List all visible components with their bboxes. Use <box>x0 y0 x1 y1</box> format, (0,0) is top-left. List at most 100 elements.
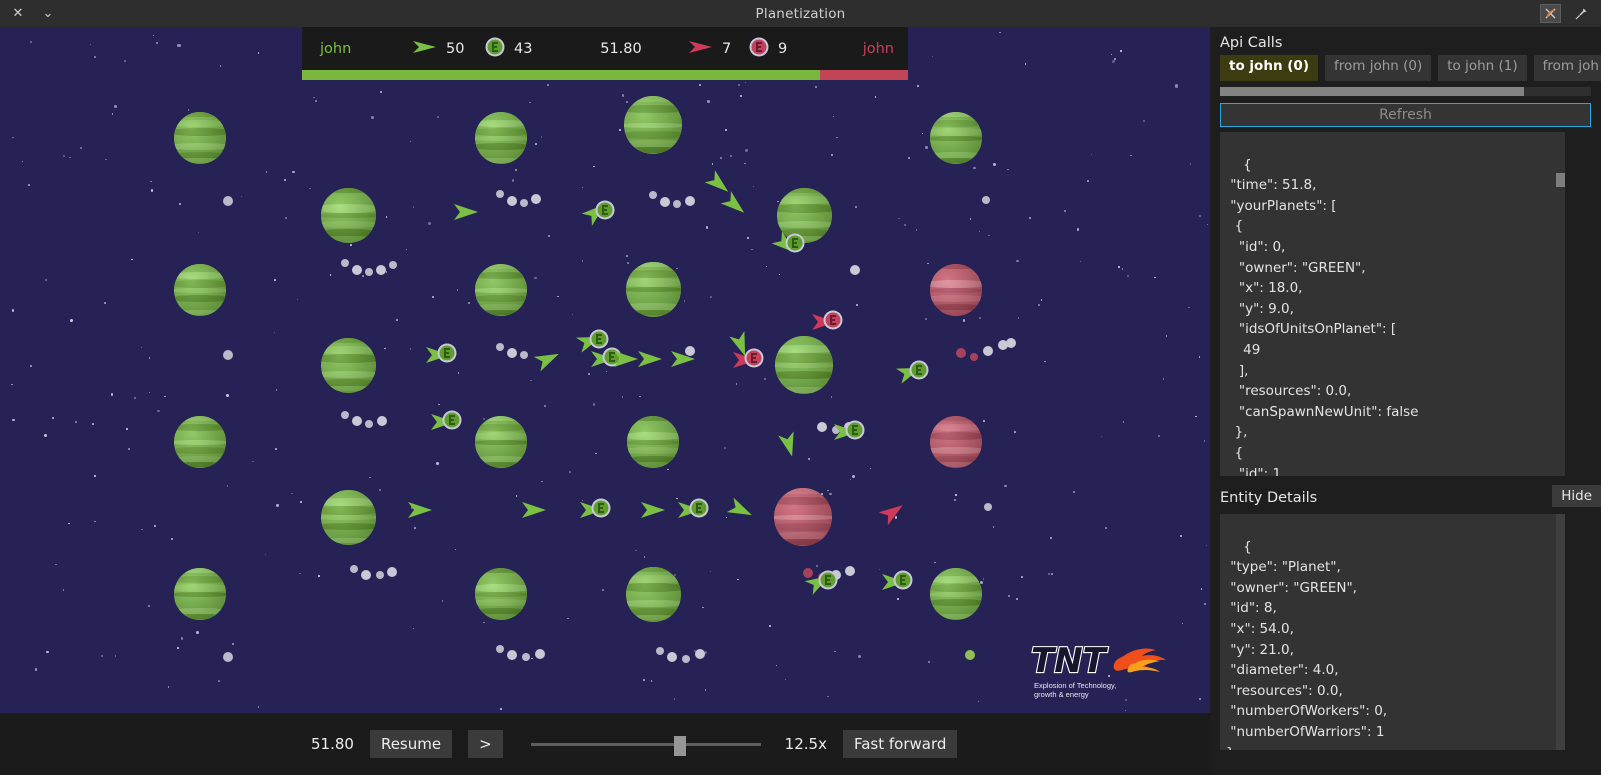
speed-slider-thumb[interactable] <box>673 736 686 756</box>
entity-json-scrollbar[interactable] <box>1556 514 1565 750</box>
moon[interactable] <box>365 268 373 276</box>
moon[interactable] <box>970 353 978 361</box>
api-json-scrollbar-thumb[interactable] <box>1556 173 1565 188</box>
moon[interactable] <box>982 196 990 204</box>
planet-green[interactable] <box>627 416 679 468</box>
moon[interactable] <box>507 650 517 660</box>
api-tab-3[interactable]: from joh <box>1533 55 1601 81</box>
moon[interactable] <box>341 259 349 267</box>
moon[interactable] <box>341 411 349 419</box>
moon[interactable] <box>361 570 371 580</box>
fast-forward-button[interactable]: Fast forward <box>842 730 958 758</box>
unit-green-warrior[interactable] <box>669 348 697 370</box>
moon[interactable] <box>667 652 677 662</box>
app-icon[interactable] <box>1540 4 1561 23</box>
pin-icon[interactable] <box>1573 6 1589 22</box>
planet-red[interactable] <box>774 488 832 546</box>
moon[interactable] <box>496 343 504 351</box>
unit-green-warrior[interactable] <box>520 499 548 521</box>
tabs-scrollbar-thumb[interactable] <box>1220 87 1525 96</box>
close-icon[interactable]: ✕ <box>10 6 26 22</box>
moon[interactable] <box>660 197 670 207</box>
resume-button[interactable]: Resume <box>369 730 453 758</box>
hide-button[interactable]: Hide <box>1552 485 1601 507</box>
unit-green-warrior[interactable] <box>406 499 434 521</box>
moon[interactable] <box>1006 338 1016 348</box>
planet-green[interactable] <box>624 96 682 154</box>
planet-green[interactable] <box>174 568 226 620</box>
planet-red[interactable] <box>930 416 982 468</box>
moon[interactable] <box>682 655 690 663</box>
moon[interactable] <box>845 566 855 576</box>
moon[interactable] <box>965 650 975 660</box>
planet-green[interactable] <box>775 336 833 394</box>
planet-green[interactable] <box>320 337 376 393</box>
moon[interactable] <box>817 422 827 432</box>
planet-green[interactable] <box>174 264 226 316</box>
moon[interactable] <box>365 420 373 428</box>
moon[interactable] <box>223 350 233 360</box>
moon[interactable] <box>956 348 966 358</box>
planet-green[interactable] <box>174 416 226 468</box>
api-calls-tabs[interactable]: to john (0) from john (0) to john (1) from … <box>1210 55 1601 81</box>
moon[interactable] <box>522 653 530 661</box>
api-tab-2[interactable]: to john (1) <box>1438 55 1527 81</box>
moon[interactable] <box>850 265 860 275</box>
planet-green[interactable] <box>625 261 681 317</box>
moon[interactable] <box>531 194 541 204</box>
moon[interactable] <box>983 346 993 356</box>
refresh-button[interactable]: Refresh <box>1220 103 1591 127</box>
playback-toolbar: 51.80 Resume > 12.5x Fast forward <box>0 713 1210 775</box>
api-json-viewer[interactable]: { "time": 51.8, "yourPlanets": [ { "id":… <box>1220 132 1565 476</box>
moon[interactable] <box>685 196 695 206</box>
planet-green[interactable] <box>174 112 226 164</box>
hud-red-worker-count: 9 <box>778 40 788 57</box>
planet-green[interactable] <box>930 112 982 164</box>
step-forward-button[interactable]: > <box>468 730 503 758</box>
moon[interactable] <box>535 649 545 659</box>
unit-green-warrior[interactable] <box>636 348 664 370</box>
worker-badge-green <box>784 232 806 254</box>
entity-json-viewer[interactable]: { "type": "Planet", "owner": "GREEN", "i… <box>1220 514 1565 750</box>
planet-green[interactable] <box>475 264 527 316</box>
moon[interactable] <box>350 565 358 573</box>
moon[interactable] <box>520 199 528 207</box>
moon[interactable] <box>673 200 681 208</box>
chevron-down-icon[interactable]: ⌄ <box>40 6 56 22</box>
moon[interactable] <box>656 647 664 655</box>
moon[interactable] <box>223 652 233 662</box>
planet-green[interactable] <box>475 416 527 468</box>
planet-green[interactable] <box>320 489 376 545</box>
planet-green[interactable] <box>475 112 527 164</box>
moon[interactable] <box>984 503 992 511</box>
moon[interactable] <box>496 645 504 653</box>
moon[interactable] <box>376 571 384 579</box>
planet-green[interactable] <box>930 568 982 620</box>
api-tab-1[interactable]: from john (0) <box>1325 55 1432 81</box>
moon[interactable] <box>352 416 362 426</box>
game-canvas[interactable]: TNT Explosion of Technology, growth & en… <box>0 27 1210 713</box>
moon[interactable] <box>507 348 517 358</box>
moon[interactable] <box>387 567 397 577</box>
moon[interactable] <box>352 265 362 275</box>
planet-green[interactable] <box>625 566 681 622</box>
planet-green[interactable] <box>475 568 527 620</box>
moon[interactable] <box>223 196 233 206</box>
moon[interactable] <box>520 351 528 359</box>
moon[interactable] <box>507 196 517 206</box>
moon[interactable] <box>649 191 657 199</box>
unit-green-warrior[interactable] <box>452 201 480 223</box>
moon[interactable] <box>389 261 397 269</box>
moon[interactable] <box>695 649 705 659</box>
api-tab-0[interactable]: to john (0) <box>1220 55 1318 81</box>
planet-red[interactable] <box>930 264 982 316</box>
api-json-scrollbar[interactable] <box>1556 132 1565 476</box>
moon[interactable] <box>377 416 387 426</box>
unit-green-warrior[interactable] <box>639 499 667 521</box>
moon[interactable] <box>496 190 504 198</box>
planet-green[interactable] <box>320 187 376 243</box>
speed-slider[interactable] <box>530 734 761 756</box>
moon[interactable] <box>376 265 386 275</box>
hud-time: 51.80 <box>600 40 642 57</box>
tabs-scrollbar[interactable] <box>1220 87 1591 96</box>
